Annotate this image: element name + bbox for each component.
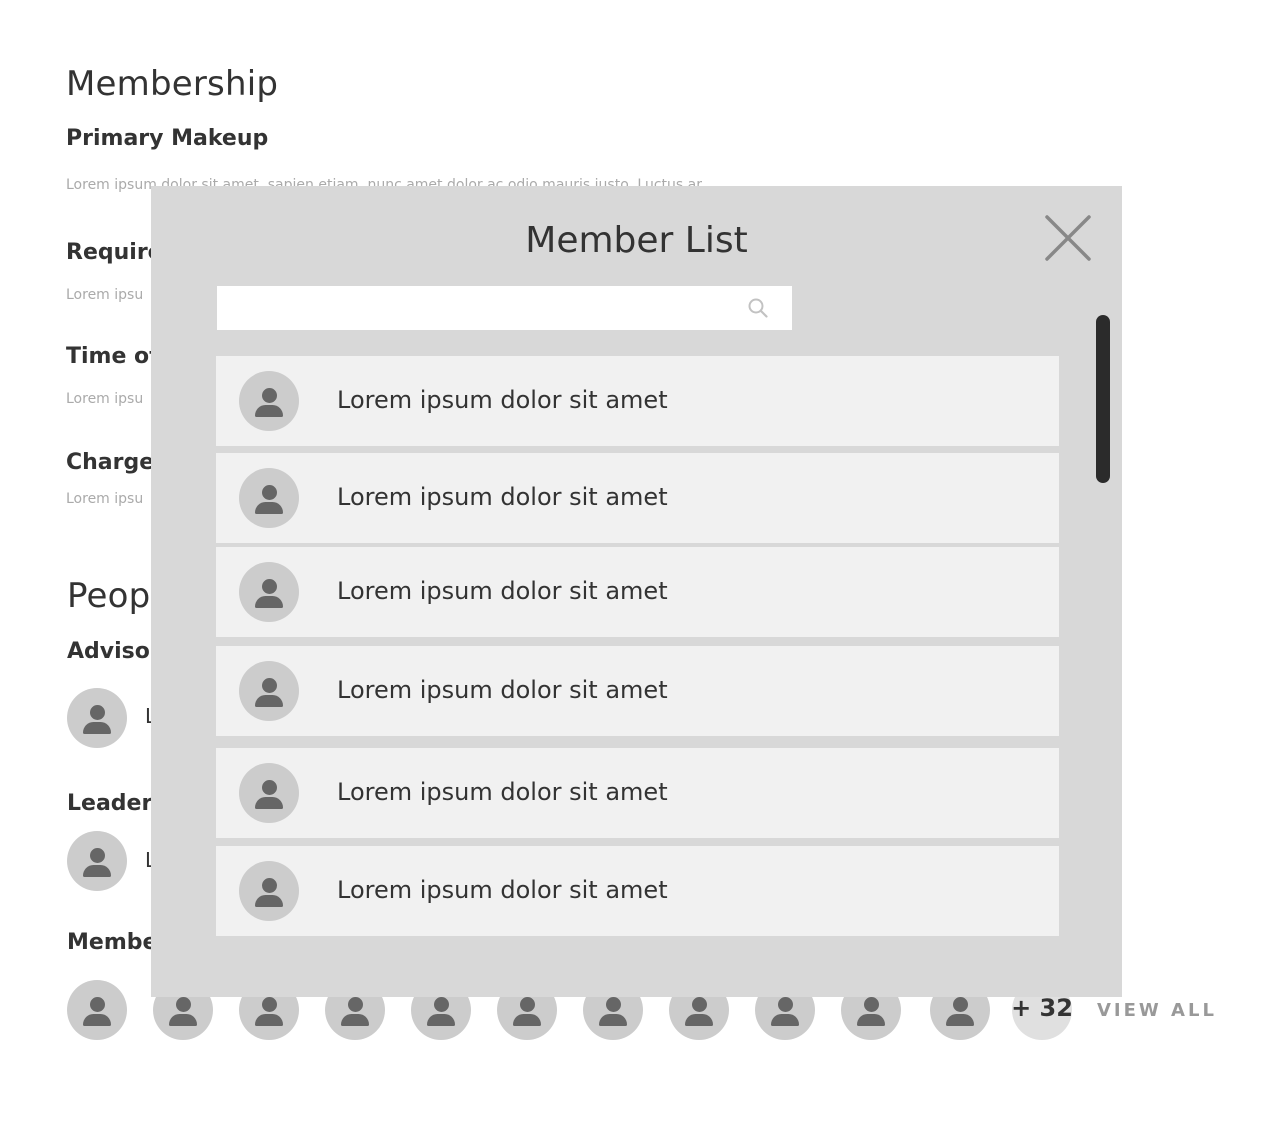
user-icon [777,997,793,1012]
user-icon [89,997,105,1012]
charge-text: Lorem ipsu [66,491,144,507]
charge-heading: Charge [66,450,155,475]
user-icon-body [427,1014,455,1026]
search-icon[interactable] [747,297,769,319]
user-icon-body [857,1014,885,1026]
user-icon-body [946,1014,974,1026]
user-icon-body [83,722,111,734]
close-icon [1045,215,1091,261]
member-name: Lorem ipsum dolor sit amet [337,386,668,414]
member-avatar[interactable] [67,980,127,1040]
member-list-item[interactable]: Lorem ipsum dolor sit amet [216,646,1059,736]
user-icon-body [255,596,283,608]
user-icon-body [255,502,283,514]
user-icon [347,997,363,1012]
user-icon-body [255,895,283,907]
user-icon-body [685,1014,713,1026]
user-icon-body [169,1014,197,1026]
user-icon-body [255,1014,283,1026]
user-icon-body [83,1014,111,1026]
member-avatar [239,661,299,721]
advisor-avatar[interactable] [67,688,127,748]
member-list-item[interactable]: Lorem ipsum dolor sit amet [216,453,1059,543]
user-icon [261,485,277,500]
user-icon [89,705,105,720]
close-button[interactable] [1040,210,1096,266]
member-avatar [239,861,299,921]
user-icon [261,878,277,893]
member-name: Lorem ipsum dolor sit amet [337,483,668,511]
user-icon-body [771,1014,799,1026]
user-icon-body [599,1014,627,1026]
member-name: Lorem ipsum dolor sit amet [337,676,668,704]
user-icon-body [255,797,283,809]
user-icon [261,997,277,1012]
user-icon-body [255,695,283,707]
members-heading: Membe [67,930,158,955]
user-icon [261,678,277,693]
member-name: Lorem ipsum dolor sit amet [337,778,668,806]
member-name: Lorem ipsum dolor sit amet [337,577,668,605]
user-icon [952,997,968,1012]
advisor-heading: Advisor [67,639,161,664]
user-icon [691,997,707,1012]
user-icon [261,388,277,403]
user-icon [89,848,105,863]
user-icon [261,579,277,594]
member-list-item[interactable]: Lorem ipsum dolor sit amet [216,356,1059,446]
people-title: Peop [67,576,151,616]
user-icon [863,997,879,1012]
user-icon [519,997,535,1012]
member-search-input[interactable] [217,286,792,330]
user-icon [433,997,449,1012]
modal-title: Member List [525,220,748,261]
user-icon [261,780,277,795]
primary-makeup-heading: Primary Makeup [66,126,269,151]
member-avatar [239,562,299,622]
member-list-modal: Member List Lorem ipsum dolor sit amet L… [151,186,1122,997]
user-icon-body [341,1014,369,1026]
member-list: Lorem ipsum dolor sit amet Lorem ipsum d… [216,356,1059,936]
member-name: Lorem ipsum dolor sit amet [337,876,668,904]
member-avatar [239,468,299,528]
member-avatar [239,763,299,823]
member-list-scrollbar-thumb[interactable] [1096,315,1110,483]
leader-avatar[interactable] [67,831,127,891]
user-icon [605,997,621,1012]
view-all-link[interactable]: VIEW ALL [1097,1000,1217,1021]
requirements-text: Lorem ipsu [66,287,144,303]
member-list-item[interactable]: Lorem ipsum dolor sit amet [216,846,1059,936]
time-text: Lorem ipsu [66,391,144,407]
time-heading: Time of [66,344,159,369]
user-icon-body [83,865,111,877]
user-icon [175,997,191,1012]
membership-title: Membership [66,64,279,104]
user-icon-body [255,405,283,417]
requirements-heading: Require [66,240,163,265]
member-list-item[interactable]: Lorem ipsum dolor sit amet [216,547,1059,637]
user-icon-body [513,1014,541,1026]
member-list-item[interactable]: Lorem ipsum dolor sit amet [216,748,1059,838]
member-avatar [239,371,299,431]
